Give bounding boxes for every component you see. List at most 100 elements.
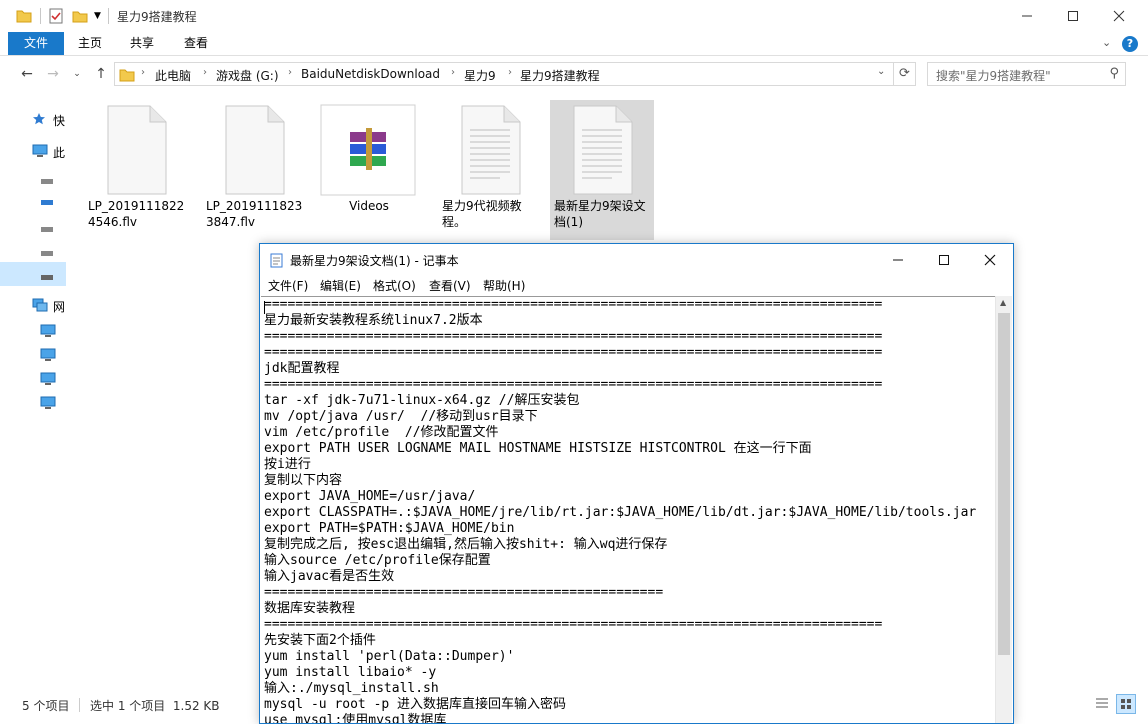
chevron-right-icon[interactable]: › [141,67,145,78]
file-name: 最新星力9架设文 档(1) [554,199,646,229]
new-folder-icon[interactable] [72,8,88,24]
tab-home[interactable]: 主页 [66,32,114,55]
text-line: ========================================… [264,585,664,600]
maximize-button[interactable] [1050,0,1096,32]
text-line: ========================================… [264,377,883,392]
menu-format[interactable]: 格式(O) [373,277,416,294]
menu-file[interactable]: 文件(F) [268,277,308,294]
notepad-text-area[interactable]: ========================================… [261,296,995,723]
text-caret [264,301,265,314]
file-item[interactable]: LP_2019111822 4546.flv [84,100,188,232]
menu-edit[interactable]: 编辑(E) [320,277,361,294]
text-line: export JAVA_HOME=/usr/java/ [264,489,476,504]
notepad-window: 最新星力9架设文档(1) - 记事本 文件(F) 编辑(E) 格式(O) 查看(… [259,243,1014,724]
large-icons-view-icon[interactable] [1116,694,1136,714]
text-line: ========================================… [264,297,883,312]
tab-share[interactable]: 共享 [118,32,166,55]
nav-drive-selected[interactable] [0,262,66,286]
address-bar[interactable]: › 此电脑 › 游戏盘 (G:) › BaiduNetdiskDownload … [114,62,894,86]
nav-drive[interactable] [0,190,66,214]
notepad-close-button[interactable] [967,244,1013,275]
nav-quick-access[interactable]: 快 [0,108,66,132]
chevron-right-icon[interactable]: › [288,67,292,78]
chevron-down-icon[interactable]: ⌄ [877,66,885,77]
blank-file-icon [225,105,285,195]
drive-icon [40,270,54,284]
text-line: 输入javac看是否生效 [264,569,395,584]
monitor-icon [40,396,56,413]
text-line: 星力最新安装教程系统linux7.2版本 [264,313,483,328]
nav-drive[interactable] [0,166,66,190]
drive-icon [40,246,54,260]
expand-ribbon-icon[interactable]: ⌄ [1102,36,1111,49]
notepad-maximize-button[interactable] [921,244,967,275]
vertical-scrollbar[interactable]: ▲ [995,296,1012,723]
file-name: LP_2019111823 3847.flv [206,199,303,229]
notepad-minimize-button[interactable] [875,244,921,275]
address-bar-row: ← → ⌄ ↑ › 此电脑 › 游戏盘 (G:) › BaiduNetdiskD… [0,56,1148,92]
text-line: export PATH USER LOGNAME MAIL HOSTNAME H… [264,441,812,456]
folder-icon[interactable] [16,8,32,24]
breadcrumb-xingli9[interactable]: 星力9 [464,67,496,84]
details-view-icon[interactable] [1094,696,1110,715]
tab-view[interactable]: 查看 [170,32,222,55]
breadcrumb-baidunetdisk[interactable]: BaiduNetdiskDownload [301,67,440,81]
text-line: mv /opt/java /usr/ //移动到usr目录下 [264,409,538,424]
close-button[interactable] [1096,0,1142,32]
scrollbar-thumb[interactable] [998,313,1010,655]
explorer-title-bar: ▼ 星力9搭建教程 [0,0,1148,32]
search-input[interactable]: 搜索"星力9搭建教程" ⚲ [927,62,1126,86]
nav-network-pc[interactable] [0,320,66,344]
text-line: ========================================… [264,329,883,344]
file-item[interactable]: LP_2019111823 3847.flv [202,100,306,232]
text-line: export CLASSPATH=.:$JAVA_HOME/jre/lib/rt… [264,505,977,520]
properties-icon[interactable] [48,8,64,24]
forward-arrow-icon[interactable]: → [42,64,64,84]
nav-network-pc[interactable] [0,368,66,392]
drive-icon [40,196,54,210]
chevron-right-icon[interactable]: › [451,67,455,78]
chevron-right-icon[interactable]: › [203,67,207,78]
nav-this-pc[interactable]: 此 [0,140,66,164]
document-text: ========================================… [264,297,977,723]
window-title: 星力9搭建教程 [117,10,197,24]
text-line: jdk配置教程 [264,361,340,376]
breadcrumb-tutorial[interactable]: 星力9搭建教程 [520,67,600,84]
file-name: LP_2019111822 4546.flv [88,199,185,229]
refresh-button[interactable]: ⟳ [894,62,916,86]
text-file-icon [573,105,633,195]
file-item-selected[interactable]: 最新星力9架设文 档(1) [550,100,654,240]
chevron-right-icon[interactable]: › [508,67,512,78]
menu-help[interactable]: 帮助(H) [483,277,525,294]
menu-view[interactable]: 查看(V) [429,277,471,294]
minimize-button[interactable] [1004,0,1050,32]
tab-file[interactable]: 文件 [8,32,64,55]
text-file-icon [461,105,521,195]
nav-drive[interactable] [0,238,66,262]
scroll-up-icon[interactable]: ▲ [1000,298,1006,307]
back-arrow-icon[interactable]: ← [16,64,38,84]
monitor-icon [40,324,56,341]
nav-drive[interactable] [0,214,66,238]
divider [40,8,41,24]
customize-toolbar-icon[interactable]: ▼ [94,8,104,24]
file-item[interactable]: 星力9代视频教 程。 [438,100,542,232]
folder-icon [119,67,135,86]
help-icon[interactable]: ? [1122,36,1138,52]
selection-info: 选中 1 个项目 1.52 KB [90,699,220,713]
drive-icon [40,222,54,236]
breadcrumb-this-pc[interactable]: 此电脑 [155,67,191,84]
file-name: 星力9代视频教 程。 [442,199,522,229]
recent-locations-icon[interactable]: ⌄ [66,64,88,84]
divider [79,698,80,712]
nav-network[interactable]: 网 [0,294,66,318]
up-arrow-icon[interactable]: ↑ [90,64,112,84]
breadcrumb-drive[interactable]: 游戏盘 (G:) [216,67,279,84]
blank-file-icon [107,105,167,195]
nav-network-pc[interactable] [0,392,66,416]
text-line: ========================================… [264,345,883,360]
nav-network-pc[interactable] [0,344,66,368]
search-placeholder: 搜索"星力9搭建教程" [936,69,1051,83]
desktop: ▼ 星力9搭建教程 文件 主页 共享 查看 ⌄ ? ← → ⌄ ↑ › 此电脑 [0,0,1148,724]
file-item[interactable]: Videos [316,100,420,232]
